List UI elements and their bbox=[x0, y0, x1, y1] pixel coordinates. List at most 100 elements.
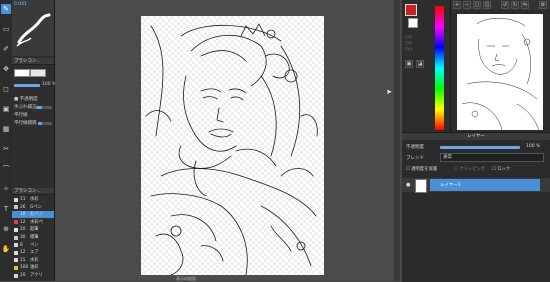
blend-label: ブレンド bbox=[406, 156, 424, 161]
tool-icon-3[interactable]: ✥ bbox=[1, 64, 11, 74]
brush-list-item[interactable]: 15 水彩 bbox=[12, 257, 54, 264]
brush-swatch bbox=[14, 197, 18, 202]
stabilizer-slider[interactable] bbox=[36, 106, 52, 109]
brush-swatch bbox=[14, 220, 18, 225]
brush-list-item[interactable]: 11 水彩 bbox=[12, 196, 54, 203]
brush-size-number: 12 bbox=[20, 219, 26, 225]
clipping-checkbox[interactable]: ☐ クリッピング bbox=[454, 166, 485, 172]
brush-name: 水彩ぺ bbox=[30, 219, 43, 225]
tool-icon-2[interactable]: ✐ bbox=[1, 44, 11, 54]
brush-swatch bbox=[14, 235, 18, 240]
brush-size-number: 18 bbox=[20, 212, 26, 218]
tool-icon-8[interactable]: ⌒ bbox=[1, 164, 11, 174]
background-color-swatch[interactable] bbox=[408, 18, 418, 28]
brush-size-number: 30 bbox=[20, 235, 26, 240]
brush-size-number: 20 bbox=[20, 227, 26, 233]
color-mode-icon[interactable]: ▣ bbox=[405, 60, 413, 68]
brush-swatch bbox=[14, 205, 18, 210]
sketch-drawing bbox=[141, 16, 324, 275]
protect-alpha-label: 透明度を保護 bbox=[411, 167, 437, 172]
brush-swatch bbox=[14, 243, 18, 248]
layer-opacity-value: 100 % bbox=[526, 144, 541, 149]
brush-list-header[interactable]: ブラシコン... bbox=[12, 188, 54, 195]
brush-name: 丸ペン bbox=[30, 212, 43, 218]
parallel-option[interactable]: 平行線 bbox=[14, 112, 28, 118]
brush-name: 鉛筆 bbox=[30, 227, 39, 233]
opacity-option[interactable]: ■ 不透明度 bbox=[14, 96, 38, 102]
zoom-in-icon[interactable]: + bbox=[453, 1, 461, 9]
navigator-settings-icon[interactable]: ⚙ bbox=[539, 1, 547, 9]
tool-icon-5[interactable]: ▣ bbox=[1, 104, 11, 114]
brush-name: 水彩 bbox=[30, 197, 39, 202]
brush-size-number: 26 bbox=[20, 204, 26, 210]
navigator-thumbnail-sketch bbox=[461, 18, 540, 130]
brush-swatch bbox=[14, 265, 18, 270]
brush-name: ペン bbox=[30, 242, 39, 248]
color-picker-icon[interactable]: ◪ bbox=[416, 60, 424, 68]
tool-icon-10[interactable]: T bbox=[1, 204, 11, 214]
canvas-scrollbar[interactable] bbox=[394, 0, 400, 281]
navigator-toolbar: + − ▢ ◫ ↺ ↻ ⇋ ⚙ bbox=[451, 0, 550, 10]
rotate-right-icon[interactable]: ↻ bbox=[511, 1, 519, 9]
brush-name: エア bbox=[30, 250, 39, 256]
layer-list-area bbox=[402, 193, 550, 282]
layer-name: レイヤー1 bbox=[440, 183, 461, 188]
layer-panel-header[interactable]: レイヤー bbox=[402, 133, 550, 140]
parallel-spacing-option[interactable]: 平行線間隔 bbox=[14, 120, 37, 126]
color-values: ○○ ○○ ○○ bbox=[405, 34, 412, 51]
tool-icon-12[interactable]: ✋ bbox=[1, 244, 11, 254]
tool-icon-9[interactable]: ✧ bbox=[1, 184, 11, 194]
brush-list-item[interactable]: 100 油彩 bbox=[12, 264, 54, 271]
tool-icon-0[interactable]: ✎ bbox=[1, 4, 11, 14]
opacity-slider[interactable] bbox=[14, 84, 40, 87]
brush-list-item[interactable]: 12 エア bbox=[12, 249, 54, 256]
protect-alpha-checkbox[interactable]: ☐ 透明度を保護 bbox=[406, 166, 437, 172]
zoom-out-icon[interactable]: − bbox=[463, 1, 471, 9]
actual-size-icon[interactable]: ◫ bbox=[483, 1, 491, 9]
layer-visibility-icon[interactable]: ● bbox=[406, 182, 410, 188]
tool-icon-11[interactable]: ⊕ bbox=[1, 224, 11, 234]
brush-name: 水彩 bbox=[30, 257, 39, 263]
brush-swatch bbox=[14, 212, 18, 217]
clipping-label: クリッピング bbox=[459, 167, 485, 172]
brush-size-box-alt[interactable] bbox=[30, 69, 46, 77]
brush-size-number: 11 bbox=[20, 197, 26, 202]
brush-name: Gペン bbox=[30, 204, 42, 210]
brush-list-item[interactable]: 20 アクリ bbox=[12, 272, 54, 279]
fit-icon[interactable]: ▢ bbox=[473, 1, 481, 9]
foreground-color-swatch[interactable] bbox=[405, 4, 417, 16]
brush-settings-header[interactable]: ブラシコン... bbox=[12, 58, 54, 65]
brush-size-number: 12 bbox=[20, 250, 26, 256]
parallel-spacing-slider[interactable] bbox=[38, 122, 52, 125]
brush-size-box[interactable] bbox=[14, 69, 30, 77]
brush-list-item[interactable]: 12 水彩ぺ bbox=[12, 219, 54, 226]
brush-list-item[interactable]: 26 Gペン bbox=[12, 204, 54, 211]
tool-icon-6[interactable]: ▦ bbox=[1, 124, 11, 134]
color-spectrum-bar[interactable] bbox=[435, 6, 444, 130]
brush-list-item[interactable]: 8 ペン bbox=[12, 242, 54, 249]
navigator-thumbnail[interactable] bbox=[457, 14, 543, 130]
tool-icon-7[interactable]: ✂ bbox=[1, 144, 11, 154]
layer-opacity-slider[interactable] bbox=[440, 146, 520, 149]
layer-opacity-label: 不透明度 bbox=[406, 145, 424, 150]
brush-swatch bbox=[14, 273, 18, 278]
tool-icon-1[interactable]: ▭ bbox=[1, 24, 11, 34]
brush-list-item[interactable]: 18 丸ペン bbox=[12, 211, 54, 219]
brush-preview: 0.041 bbox=[12, 0, 54, 56]
rotate-left-icon[interactable]: ↺ bbox=[501, 1, 509, 9]
canvas-bottom-label: 表示の仮面 bbox=[176, 276, 196, 281]
blend-mode-select[interactable]: 通常 bbox=[440, 153, 544, 162]
lock-checkbox[interactable]: ☐ ロック bbox=[492, 166, 510, 172]
brush-swatch bbox=[14, 250, 18, 255]
brush-size-value: 0.041 bbox=[14, 2, 27, 7]
brush-size-number: 8 bbox=[20, 242, 23, 248]
layer-row[interactable]: ● レイヤー1 bbox=[402, 178, 550, 193]
flip-icon[interactable]: ⇋ bbox=[521, 1, 529, 9]
drawing-canvas[interactable] bbox=[141, 16, 324, 275]
stabilizer-option[interactable]: 手ぶれ補正 bbox=[14, 104, 37, 110]
brush-size-number: 100 bbox=[20, 265, 29, 271]
brush-list-item[interactable]: 20 鉛筆 bbox=[12, 226, 54, 233]
tool-icon-4[interactable]: ◻ bbox=[1, 84, 11, 94]
layer-name-highlight[interactable]: レイヤー1 bbox=[430, 179, 540, 191]
brush-list-item[interactable]: 30 擦筆 bbox=[12, 234, 54, 241]
